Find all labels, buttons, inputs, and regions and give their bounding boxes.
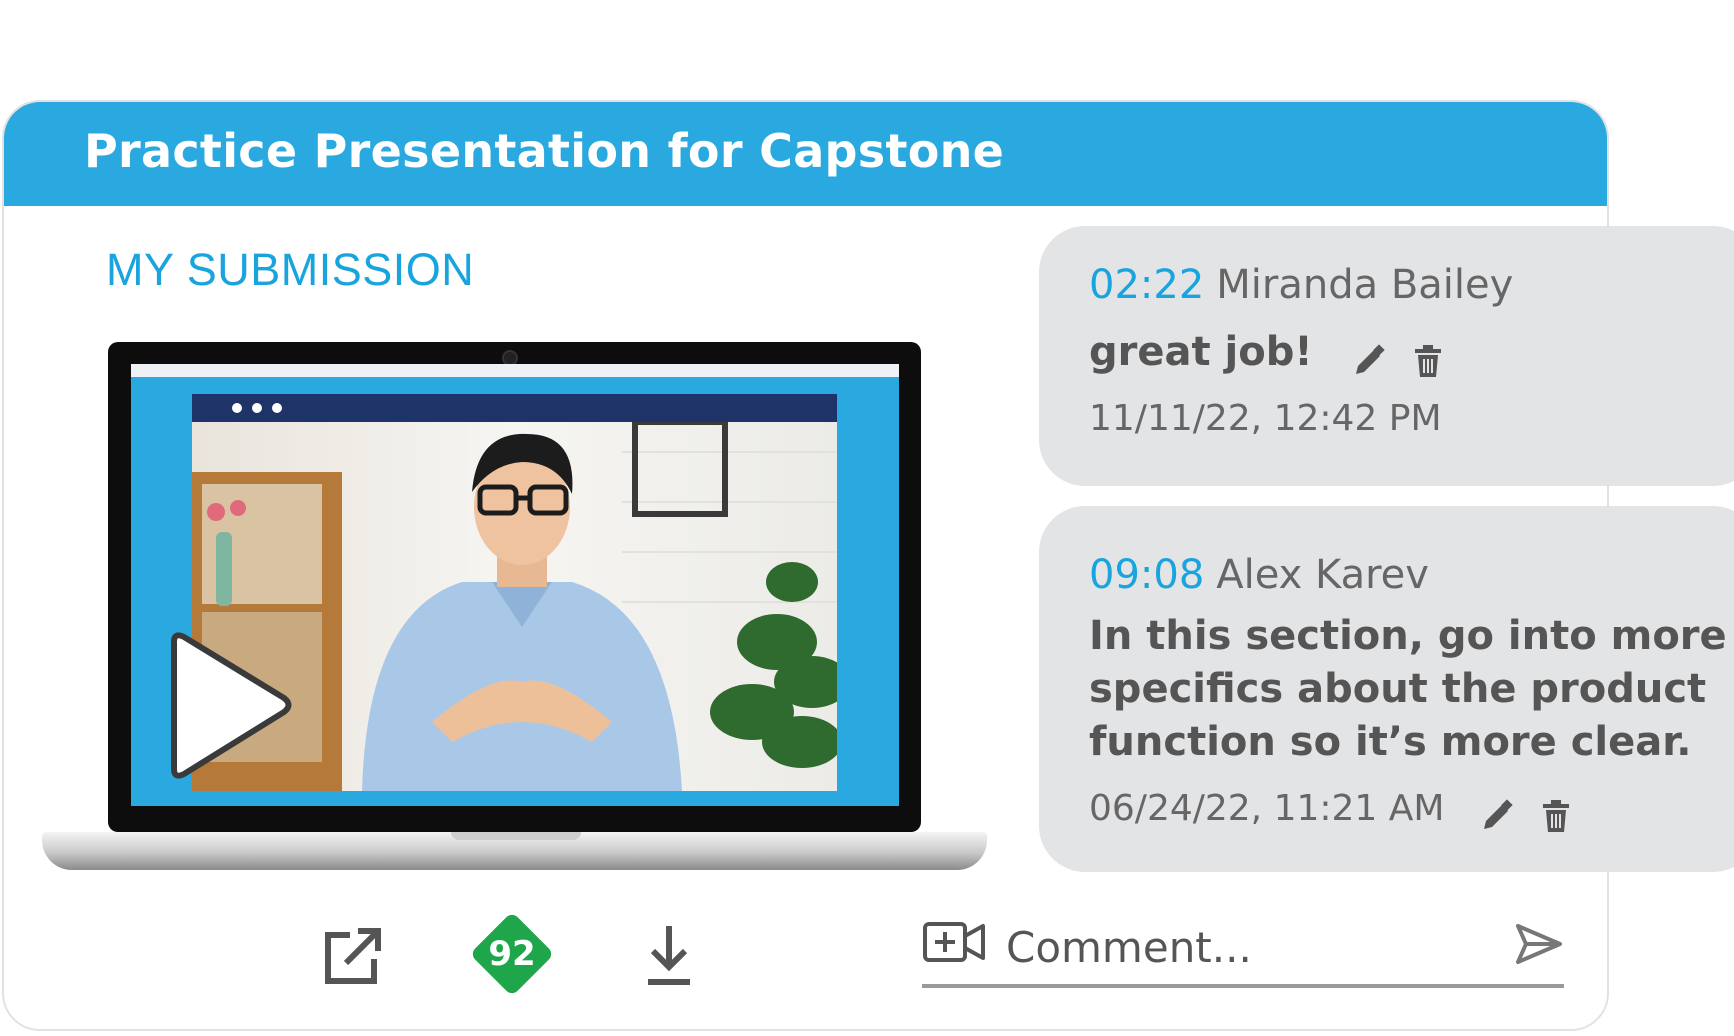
download-icon[interactable] [646, 924, 692, 988]
comment-bar [922, 912, 1564, 988]
grade-value: 92 [488, 934, 536, 974]
delete-icon[interactable] [1413, 344, 1443, 378]
play-icon[interactable] [160, 628, 295, 783]
add-video-icon[interactable] [922, 920, 986, 964]
card-header: Practice Presentation for Capstone [4, 102, 1607, 206]
comment-card: 02:22 Miranda Bailey great job! 11/11/22,… [1039, 226, 1734, 486]
send-icon[interactable] [1514, 922, 1564, 966]
screen-top-strip [131, 364, 899, 377]
comment-header: 02:22 Miranda Bailey [1089, 262, 1513, 308]
page-title: Practice Presentation for Capstone [84, 124, 1005, 178]
comment-text: great job! [1089, 329, 1313, 375]
comment-header: 09:08 Alex Karev [1089, 552, 1429, 598]
window-dots-icon [232, 403, 282, 413]
grade-badge[interactable]: 92 [460, 902, 564, 1006]
comment-text-line: In this section, go into more [1089, 613, 1727, 659]
comment-timestamp[interactable]: 09:08 [1089, 552, 1204, 598]
edit-icon[interactable] [1352, 343, 1386, 378]
comment-card: 09:08 Alex Karev In this section, go into… [1039, 506, 1734, 872]
comment-input[interactable] [1004, 916, 1478, 978]
comment-text-line: function so it’s more clear. [1089, 719, 1692, 765]
comment-author: Miranda Bailey [1216, 262, 1514, 308]
comment-body: great job! [1089, 326, 1443, 379]
laptop-base-notch [451, 832, 581, 840]
edit-icon[interactable] [1480, 798, 1514, 833]
comment-date: 11/11/22, 12:42 PM [1089, 398, 1442, 439]
open-external-icon[interactable] [322, 925, 384, 987]
comment-text-line: specifics about the product [1089, 666, 1707, 712]
my-submission-label: MY SUBMISSION [106, 244, 475, 295]
delete-icon[interactable] [1541, 799, 1571, 833]
comment-date: 06/24/22, 11:21 AM [1089, 788, 1445, 829]
comment-timestamp[interactable]: 02:22 [1089, 262, 1204, 308]
comment-author: Alex Karev [1216, 552, 1429, 598]
video-titlebar [192, 394, 837, 422]
comment-footer: 06/24/22, 11:21 AM [1089, 788, 1571, 833]
